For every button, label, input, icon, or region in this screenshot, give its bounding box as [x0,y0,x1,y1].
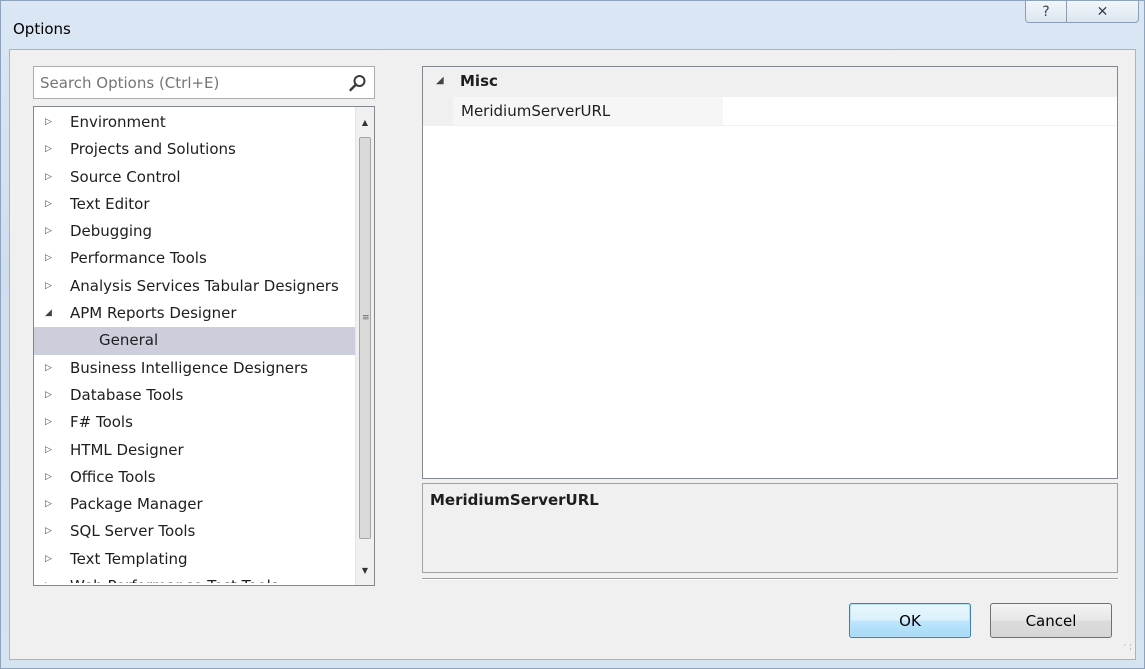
title-bar[interactable]: Options ? ✕ [1,1,1144,49]
tree-item[interactable]: ▷ Web Performance Test Tools [34,573,356,583]
expand-arrow-icon[interactable]: ▷ [45,191,57,218]
search-input[interactable] [34,67,344,98]
tree-item-label: Projects and Solutions [70,140,236,159]
scroll-up-icon[interactable]: ▲ [356,113,374,131]
tree-item-label: Web Performance Test Tools [70,573,279,583]
tree-item-label: Text Editor [70,194,150,213]
expand-arrow-icon[interactable]: ▷ [45,491,57,518]
collapse-arrow-icon[interactable]: ◢ [436,75,444,86]
tree-item[interactable]: ▷ Text Editor [34,191,356,218]
expand-arrow-icon[interactable]: ▷ [45,409,57,436]
tree-item[interactable]: ▷ Database Tools [34,382,356,409]
tree-item-label: SQL Server Tools [70,522,196,541]
tree-item-label: APM Reports Designer [70,304,237,323]
scroll-down-icon[interactable]: ▼ [356,561,374,579]
tree-item[interactable]: ▷ Environment [34,109,356,136]
property-value-field[interactable] [723,97,1117,125]
tree-item-label: General [99,331,159,350]
help-icon: ? [1042,3,1050,20]
tree-item-label: Text Templating [70,549,188,568]
scroll-grip-icon: ≡ [362,313,370,323]
tree-item[interactable]: General [34,327,356,355]
tree-item-label: Source Control [70,167,181,186]
tree-item[interactable]: ▷ Analysis Services Tabular Designers [34,273,356,300]
tree-item-label: Business Intelligence Designers [70,358,308,377]
separator [422,578,1118,580]
tree-item-label: Environment [70,113,166,131]
description-panel: MeridiumServerURL [422,483,1118,573]
tree-item-label: Package Manager [70,495,203,514]
tree-rows: ▷ Environment ▷ Projects and Solutions ▷ Sour… [34,109,356,583]
options-dialog: Options ? ✕ ▷ Environment ▷ Projects and So… [0,0,1145,669]
tree-item-label: Debugging [70,222,153,241]
property-category-misc[interactable]: ◢ Misc [423,67,1117,97]
tree-scrollbar[interactable]: ▲ ≡ ▼ [355,107,374,585]
scrollbar-thumb[interactable]: ≡ [359,137,371,539]
tree-item[interactable]: ▷ Source Control [34,164,356,191]
tree-item[interactable]: ▷ Office Tools [34,464,356,491]
dialog-client-area: ▷ Environment ▷ Projects and Solutions ▷ Sour… [9,49,1136,660]
tree-item-label: HTML Designer [70,440,184,459]
expand-arrow-icon[interactable]: ▷ [45,464,57,491]
property-row[interactable]: MeridiumServerURL [423,97,1117,126]
category-label: Misc [460,72,498,90]
expand-arrow-icon[interactable]: ▷ [45,437,57,464]
tree-item-label: Office Tools [70,467,156,486]
expand-arrow-icon[interactable]: ▷ [45,109,57,136]
tree-item-label: Database Tools [70,385,184,404]
expanded-arrow-icon[interactable]: ◢ [45,300,57,327]
tree-item[interactable]: ▷ Projects and Solutions [34,136,356,163]
help-button[interactable]: ? [1025,1,1067,23]
property-gutter [423,97,453,125]
tree-item[interactable]: ▷ F# Tools [34,409,356,436]
tree-item-label: Analysis Services Tabular Designers [70,276,339,295]
tree-item[interactable]: ▷ Text Templating [34,546,356,573]
ok-button[interactable]: OK [849,603,971,638]
expand-arrow-icon[interactable]: ▷ [45,573,57,583]
cancel-button[interactable]: Cancel [990,603,1112,638]
description-title: MeridiumServerURL [430,491,599,509]
expand-arrow-icon[interactable]: ▷ [45,245,57,272]
expand-arrow-icon[interactable]: ▷ [45,164,57,191]
window-title: Options [13,20,71,38]
options-tree: ▷ Environment ▷ Projects and Solutions ▷ Sour… [33,106,375,586]
tree-item[interactable]: ▷ Package Manager [34,491,356,518]
close-icon: ✕ [1096,3,1109,20]
tree-item[interactable]: ▷ HTML Designer [34,437,356,464]
expand-arrow-icon[interactable]: ▷ [45,546,57,573]
tree-item-label: Performance Tools [70,249,207,268]
search-icon[interactable] [348,73,368,93]
expand-arrow-icon[interactable]: ▷ [45,355,57,382]
tree-item[interactable]: ◢ APM Reports Designer [34,300,356,327]
property-name[interactable]: MeridiumServerURL [453,97,723,125]
expand-arrow-icon[interactable]: ▷ [45,382,57,409]
close-button[interactable]: ✕ [1067,1,1139,23]
resize-grip-icon[interactable]: · · · [1120,642,1132,656]
tree-item[interactable]: ▷ Performance Tools [34,245,356,272]
property-grid: ◢ Misc MeridiumServerURL [422,66,1118,479]
tree-item[interactable]: ▷ Debugging [34,218,356,245]
tree-item-label: F# Tools [70,413,133,432]
expand-arrow-icon[interactable]: ▷ [45,518,57,545]
expand-arrow-icon[interactable]: ▷ [45,273,57,300]
tree-item[interactable]: ▷ SQL Server Tools [34,518,356,545]
expand-arrow-icon[interactable]: ▷ [45,218,57,245]
expand-arrow-icon[interactable]: ▷ [45,136,57,163]
search-box[interactable] [33,66,375,99]
tree-item[interactable]: ▷ Business Intelligence Designers [34,355,356,382]
